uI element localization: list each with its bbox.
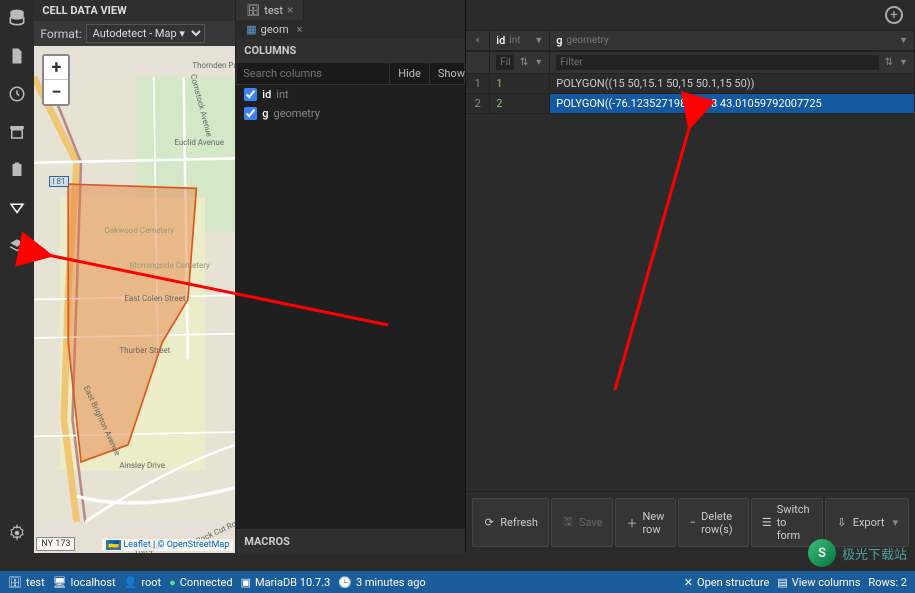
nav-first-button[interactable]: « [466,31,490,50]
grid-toolbar: ⟳Refresh 🖫Save ＋New row −Delete row(s) ☰… [466,491,915,553]
status-rows: Rows: 2 [868,576,907,589]
zoom-out-button[interactable]: − [44,80,68,104]
column-checkbox[interactable] [244,88,257,101]
switch-form-button[interactable]: ☰Switch to form [751,498,823,547]
database-icon: 🗄 [8,576,22,589]
form-icon: ☰ [762,517,772,529]
sort-asc-icon[interactable]: ⇅ [518,57,530,68]
map-label: I 81 [49,176,68,187]
table-icon: ▦ [246,23,256,36]
column-item[interactable]: g geometry [236,104,465,123]
filter-icon[interactable]: ▾ [534,57,543,68]
refresh-button[interactable]: ⟳Refresh [472,498,549,547]
format-label: Format: [40,27,81,41]
database-icon: 🗄 [246,4,260,17]
close-icon[interactable]: × [297,23,303,36]
cell-data-panel: CELL DATA VIEW Format: Autodetect - Map … [34,0,236,553]
export-icon: ⇩ [836,517,848,529]
view-columns-button[interactable]: ▤View columns [777,576,860,589]
map-label: Thornden Park [192,61,235,70]
table-row[interactable]: 1 1 POLYGON((15 50,15.1 50,15 50.1,15 50… [466,74,915,94]
close-icon: ✕ [684,576,693,589]
settings-icon[interactable] [7,523,27,543]
filter-input-id[interactable] [496,55,514,70]
cell-id[interactable]: 2 [496,97,502,110]
server-icon: 🖥 [53,576,67,589]
column-header-id[interactable]: idint▼ [490,31,550,50]
tab-table[interactable]: ▦ geom × [236,20,465,39]
database-icon[interactable] [7,8,27,28]
filter-icon[interactable]: ▾ [899,57,908,68]
search-columns-input[interactable] [237,63,389,84]
save-icon: 🖫 [562,517,574,529]
minus-icon: − [689,517,696,529]
columns-icon: ▤ [777,576,787,589]
column-header-g[interactable]: ggeometry▼ [550,31,915,50]
map-label: Ainsley Drive [119,461,165,470]
grid-filter-row: ⇅ ▾ ⇅ ▾ [466,51,915,74]
file-icon[interactable] [7,46,27,66]
check-icon: ● [169,576,176,589]
status-time: 🕒3 minutes ago [338,576,425,589]
column-checkbox[interactable] [244,107,257,120]
plus-icon: ＋ [626,517,637,529]
row-number: 2 [466,94,490,113]
map-zoom-controls: + − [42,54,70,106]
map-label: Thurber Street [119,346,170,355]
sort-asc-icon[interactable]: ⇅ [883,57,895,68]
leaflet-link[interactable]: Leaflet [123,540,150,550]
status-connected: ●Connected [169,576,232,589]
add-tab-button[interactable]: + [885,6,903,24]
history-icon[interactable] [7,84,27,104]
engine-icon: ▣ [241,576,251,589]
cell-geometry[interactable]: POLYGON((-76.12352719802008 43.010597920… [550,94,915,113]
delete-row-button[interactable]: −Delete row(s) [678,498,748,547]
left-icon-rail [0,0,34,553]
save-button[interactable]: 🖫Save [551,498,614,547]
macros-title[interactable]: MACROS [236,529,465,553]
zoom-in-button[interactable]: + [44,56,68,80]
clipboard-icon[interactable] [7,160,27,180]
triangle-down-icon[interactable] [7,198,27,218]
hide-button[interactable]: Hide [389,63,429,84]
map-label: East Colen Street [124,294,185,303]
map-label: Euclid Avenue [174,138,224,147]
export-button[interactable]: ⇩Export▾ [825,498,909,547]
clock-icon: 🕒 [338,576,352,589]
columns-title: COLUMNS [236,39,465,62]
map-label: Morningside Cemetery [129,261,209,270]
map-label: Oakwood Cemetery [104,226,174,235]
filter-input-g[interactable] [556,55,878,70]
columns-panel: 🗄 test × ▦ geom × COLUMNS Hide Show id i… [236,0,466,553]
column-item[interactable]: id int [236,85,465,104]
open-structure-button[interactable]: ✕Open structure [684,576,770,589]
cell-geometry[interactable]: POLYGON((15 50,15.1 50,15 50.1,15 50)) [550,74,915,93]
cell-id[interactable]: 1 [496,77,502,90]
status-engine: ▣MariaDB 10.7.3 [241,576,331,589]
format-select[interactable]: Autodetect - Map ▾ [86,24,205,43]
close-icon[interactable]: × [287,3,293,17]
sort-icon[interactable]: ▼ [534,35,543,46]
status-user[interactable]: 👤root [124,576,161,589]
status-bar: 🗄test 🖥localhost 👤root ●Connected ▣Maria… [0,571,915,593]
user-icon: 👤 [124,576,138,589]
new-row-button[interactable]: ＋New row [615,498,676,547]
layers-icon[interactable] [7,236,27,256]
archive-icon[interactable] [7,122,27,142]
tab-database[interactable]: 🗄 test × [236,0,304,20]
map-view[interactable]: Thornden Park Euclid Avenue Comstock Ave… [34,46,235,553]
cell-data-title: CELL DATA VIEW [34,0,235,21]
data-grid-panel: + « idint▼ ggeometry▼ ⇅ ▾ ⇅ ▾ 1 1 POLYGON(… [466,0,915,553]
sort-icon[interactable]: ▼ [899,35,908,46]
route-badge: NY 173 [36,537,75,551]
table-row[interactable]: 2 2 POLYGON((-76.12352719802008 43.01059… [466,94,915,114]
chevron-down-icon: ▾ [892,516,898,529]
grid-header: « idint▼ ggeometry▼ [466,30,915,51]
row-number: 1 [466,74,490,93]
status-connection[interactable]: 🗄test [8,576,45,589]
osm-link[interactable]: © OpenStreetMap [157,540,229,550]
status-host[interactable]: 🖥localhost [53,576,116,589]
refresh-icon: ⟳ [483,517,495,529]
map-credit: 🇺🇦Leaflet | © OpenStreetMap [102,539,233,551]
